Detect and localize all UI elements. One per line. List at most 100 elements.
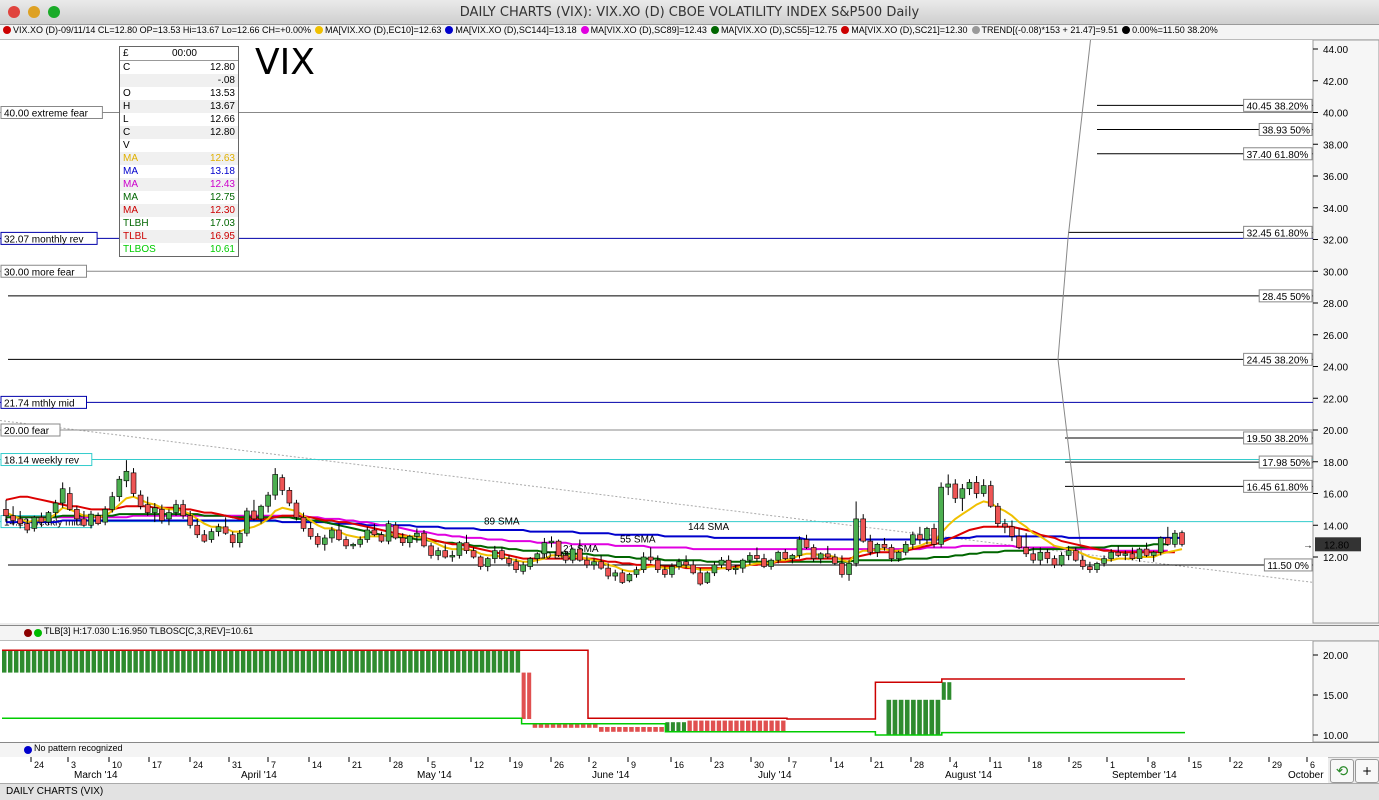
symbol-label: VIX bbox=[255, 42, 315, 83]
tlb-bar bbox=[497, 650, 503, 673]
tlb-bar bbox=[85, 650, 91, 673]
tlb-bar bbox=[917, 699, 922, 735]
tlb-bar bbox=[693, 720, 698, 732]
data-window-row: MA 12.30 bbox=[120, 204, 238, 217]
candle-body bbox=[208, 531, 215, 540]
candle bbox=[626, 572, 633, 583]
tlb-bar bbox=[103, 650, 109, 673]
tlb-bar bbox=[775, 720, 780, 732]
price-tick-label: 28.00 bbox=[1323, 299, 1348, 310]
candle-body bbox=[1143, 548, 1150, 556]
candle-body bbox=[980, 485, 987, 494]
candle-body bbox=[456, 542, 463, 556]
legend-text: MA[VIX.XO (D),EC10]=12.63 bbox=[325, 25, 442, 35]
candle-body bbox=[881, 543, 888, 548]
tlb-bar bbox=[396, 650, 401, 673]
tlb-bar bbox=[722, 720, 727, 732]
tlb-bar bbox=[318, 650, 324, 673]
day-tick-label: 14 bbox=[312, 760, 322, 770]
candle-body bbox=[1136, 548, 1143, 559]
data-window-row: L 12.66 bbox=[120, 113, 238, 126]
day-tick-label: 21 bbox=[874, 760, 884, 770]
candle-body bbox=[215, 526, 222, 532]
tlb-bar bbox=[276, 650, 282, 673]
candle-body bbox=[1072, 550, 1079, 561]
tlb-chart[interactable]: 10.00 15.00 20.00 bbox=[0, 641, 1379, 742]
legend-item[interactable]: MA[VIX.XO (D),EC10]=12.63 bbox=[312, 25, 441, 35]
candle-body bbox=[825, 553, 831, 558]
tlb-panel-header: TLB[3] H:17.030 L:16.950 TLBOSC[C,3,REV]… bbox=[0, 625, 1379, 641]
legend-item[interactable]: 0.00%=11.50 38.20% bbox=[1119, 25, 1218, 35]
candle-body bbox=[17, 518, 23, 524]
refresh-icon[interactable]: ⟲ bbox=[1330, 759, 1354, 783]
data-window-row: -.08 bbox=[120, 74, 238, 87]
tlb-bar bbox=[157, 650, 162, 673]
legend-dot-icon bbox=[445, 26, 454, 34]
candle-body bbox=[761, 558, 767, 567]
candle-body bbox=[810, 547, 817, 559]
tlb-bar-group bbox=[886, 699, 941, 735]
candle-body bbox=[860, 518, 866, 542]
data-window-row: MA 12.63 bbox=[120, 152, 238, 165]
tlb-bar bbox=[904, 699, 910, 735]
tlb-bar bbox=[599, 727, 604, 732]
candle-body bbox=[52, 502, 59, 513]
legend-item[interactable]: TREND[(-0.08)*153 + 21.47]=9.51 bbox=[969, 25, 1119, 35]
tlb-bar bbox=[199, 650, 204, 673]
candle-body bbox=[619, 572, 626, 583]
candle-body bbox=[428, 545, 434, 556]
candle-body bbox=[187, 515, 193, 526]
tlb-bar bbox=[461, 650, 467, 673]
legend-dot-icon bbox=[971, 26, 980, 34]
candle-body bbox=[130, 472, 137, 494]
tlb-bar bbox=[443, 650, 449, 673]
candle-body bbox=[704, 572, 711, 583]
data-window-value: 17.03 bbox=[209, 218, 235, 229]
legend-item[interactable]: MA[VIX.XO (D),SC21]=12.30 bbox=[838, 25, 968, 35]
tlb-bar bbox=[264, 650, 270, 673]
ma-label: 144 SMA bbox=[688, 522, 729, 533]
candle-body bbox=[718, 559, 725, 566]
candle-body bbox=[137, 494, 144, 507]
tlb-bar bbox=[390, 650, 395, 673]
add-panel-button[interactable]: + bbox=[1355, 759, 1379, 783]
tlb-bar bbox=[330, 650, 335, 673]
ma-label: 55 SMA bbox=[620, 535, 656, 546]
fib-label: 37.40 61.80% bbox=[1247, 150, 1309, 161]
candle-body bbox=[463, 542, 470, 551]
legend-item[interactable]: MA[VIX.XO (D),SC89]=12.43 bbox=[578, 25, 707, 35]
candle-body bbox=[151, 507, 158, 513]
candle-body bbox=[754, 555, 760, 559]
candle-body bbox=[662, 569, 668, 575]
tlb-bar bbox=[73, 650, 79, 673]
day-tick-label: 21 bbox=[352, 760, 362, 770]
legend-item[interactable]: MA[VIX.XO (D),SC55]=12.75 bbox=[708, 25, 837, 35]
status-text: DAILY CHARTS (VIX) bbox=[6, 786, 104, 797]
day-tick-label: 28 bbox=[393, 760, 403, 770]
legend-text: TREND[(-0.08)*153 + 21.47]=9.51 bbox=[981, 25, 1119, 35]
legend-item[interactable]: MA[VIX.XO (D),SC144]=13.18 bbox=[442, 25, 577, 35]
tlb-bar bbox=[503, 650, 509, 673]
candle-body bbox=[577, 548, 583, 561]
tlb-bar bbox=[515, 650, 521, 673]
tlb-bar bbox=[91, 650, 97, 673]
day-tick-label: 11 bbox=[993, 760, 1002, 770]
candle-body bbox=[237, 532, 243, 544]
status-bar: DAILY CHARTS (VIX) bbox=[0, 783, 1379, 800]
candle-body bbox=[612, 572, 619, 577]
fib-label: 11.50 0% bbox=[1267, 561, 1309, 572]
candle-body bbox=[555, 540, 562, 556]
candle bbox=[938, 482, 944, 548]
candle-body bbox=[888, 547, 895, 559]
candle-body bbox=[343, 539, 349, 547]
candle-body bbox=[10, 515, 16, 521]
time-axis[interactable]: 24 3 10 17 24 31 7 14 21 28 5 12 19 26 2 9 16 23 30 7 14 21 28… bbox=[0, 757, 1328, 783]
candle-body bbox=[782, 551, 789, 559]
price-tick-label: 42.00 bbox=[1323, 77, 1348, 88]
day-tick-label: 25 bbox=[1072, 760, 1082, 770]
fib-label: 17.98 50% bbox=[1262, 458, 1310, 469]
legend-item[interactable]: VIX.XO (D)-09/11/14 CL=12.80 OP=13.53 Hi… bbox=[0, 25, 311, 35]
tlb-bar bbox=[19, 650, 25, 673]
level-label-text: 40.00 extreme fear bbox=[4, 109, 89, 120]
level-label-text: 32.07 monthly rev bbox=[4, 234, 84, 245]
